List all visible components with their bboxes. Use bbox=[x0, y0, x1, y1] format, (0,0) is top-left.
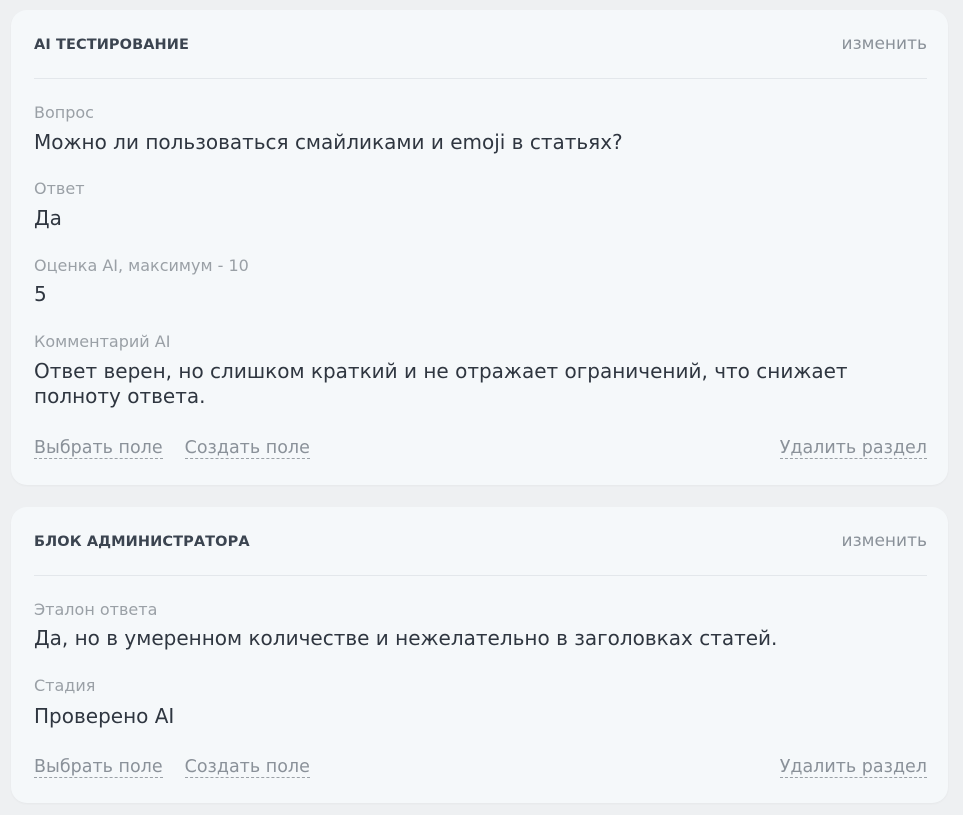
field-ai-comment: Комментарий AI Ответ верен, но слишком к… bbox=[34, 332, 848, 409]
field-label: Ответ bbox=[34, 179, 85, 198]
field-answer: Ответ Да bbox=[34, 179, 927, 231]
edit-section-button[interactable]: изменить bbox=[842, 34, 927, 54]
select-field-button[interactable]: Выбрать поле bbox=[34, 757, 163, 778]
field-value: 5 bbox=[34, 282, 47, 306]
section-title: AI ТЕСТИРОВАНИЕ bbox=[34, 37, 190, 53]
field-stage: Стадия Проверено AI bbox=[34, 676, 927, 729]
section-title: БЛОК АДМИНИСТРАТОРА bbox=[34, 534, 250, 550]
field-value: Да bbox=[34, 206, 62, 230]
delete-section-button[interactable]: Удалить раздел bbox=[779, 438, 927, 459]
create-field-button[interactable]: Создать поле bbox=[184, 438, 310, 459]
delete-section-button[interactable]: Удалить раздел bbox=[779, 757, 927, 778]
field-question: Вопрос Можно ли пользоваться смайликами … bbox=[34, 103, 927, 155]
section-actions: Выбрать поле Создать поле Удалить раздел bbox=[34, 757, 927, 778]
field-value: Проверено AI bbox=[34, 704, 175, 728]
field-label: Оценка AI, максимум - 10 bbox=[34, 256, 249, 275]
ai-testing-section: AI ТЕСТИРОВАНИЕ изменить Вопрос Можно ли… bbox=[11, 10, 948, 485]
select-field-button[interactable]: Выбрать поле bbox=[34, 438, 163, 459]
field-label: Стадия bbox=[34, 676, 96, 695]
field-value: Да, но в умеренном количестве и нежелате… bbox=[34, 626, 778, 650]
field-label: Вопрос bbox=[34, 103, 94, 122]
field-label: Комментарий AI bbox=[34, 332, 171, 351]
create-field-button[interactable]: Создать поле bbox=[184, 757, 310, 778]
field-value: Ответ верен, но слишком краткий и не отр… bbox=[34, 359, 848, 408]
admin-block-section: БЛОК АДМИНИСТРАТОРА изменить Эталон отве… bbox=[11, 507, 948, 803]
field-value: Можно ли пользоваться смайликами и emoji… bbox=[34, 130, 623, 154]
field-label: Эталон ответа bbox=[34, 600, 158, 619]
section-header: БЛОК АДМИНИСТРАТОРА изменить bbox=[34, 507, 927, 576]
section-actions: Выбрать поле Создать поле Удалить раздел bbox=[34, 438, 927, 459]
edit-section-button[interactable]: изменить bbox=[842, 531, 927, 551]
field-ai-score: Оценка AI, максимум - 10 5 bbox=[34, 256, 927, 307]
section-header: AI ТЕСТИРОВАНИЕ изменить bbox=[34, 10, 927, 79]
field-reference-answer: Эталон ответа Да, но в умеренном количес… bbox=[34, 600, 927, 651]
page: AI ТЕСТИРОВАНИЕ изменить Вопрос Можно ли… bbox=[0, 0, 963, 815]
